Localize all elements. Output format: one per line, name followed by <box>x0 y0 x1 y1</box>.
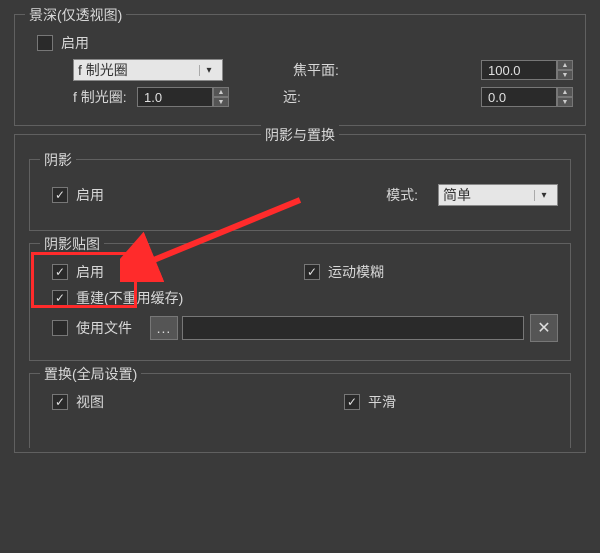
smooth-label: 平滑 <box>368 392 396 412</box>
displacement-title: 置换(全局设置) <box>40 364 141 384</box>
focal-plane-spinner[interactable]: 100.0 ▲ ▼ <box>481 60 573 80</box>
far-value[interactable]: 0.0 <box>481 87 557 107</box>
shadow-enable-label: 启用 <box>76 185 104 205</box>
spinner-up-icon[interactable]: ▲ <box>557 87 573 97</box>
dof-enable-label: 启用 <box>61 33 89 53</box>
spinner-down-icon[interactable]: ▼ <box>557 70 573 80</box>
close-icon: ✕ <box>537 318 550 338</box>
aperture-dropdown-label: f 制光圈 <box>78 60 199 80</box>
shadowmap-enable-checkbox[interactable] <box>52 264 68 280</box>
chevron-down-icon: ▾ <box>534 190 553 201</box>
focal-plane-label: 焦平面: <box>293 60 383 80</box>
smooth-checkbox[interactable] <box>344 394 360 410</box>
fstop-label: f 制光圈: <box>73 87 133 107</box>
usefile-checkbox[interactable] <box>52 320 68 336</box>
shadow-mode-dropdown[interactable]: 简单 ▾ <box>438 184 558 206</box>
shadow-group: 阴影 启用 模式: 简单 ▾ <box>29 159 571 231</box>
far-spinner[interactable]: 0.0 ▲ ▼ <box>481 87 573 107</box>
shadow-title: 阴影 <box>40 150 76 170</box>
focal-plane-value[interactable]: 100.0 <box>481 60 557 80</box>
shadowmap-title: 阴影贴图 <box>40 234 104 254</box>
shadow-mode-label: 模式: <box>386 185 418 205</box>
far-label: 远: <box>283 87 373 107</box>
fstop-value[interactable]: 1.0 <box>137 87 213 107</box>
shadow-enable-checkbox[interactable] <box>52 187 68 203</box>
usefile-label: 使用文件 <box>76 318 146 338</box>
displacement-group: 置换(全局设置) 视图 平滑 <box>29 373 571 448</box>
rebuild-checkbox[interactable] <box>52 290 68 306</box>
motion-blur-label: 运动模糊 <box>328 262 384 282</box>
spinner-up-icon[interactable]: ▲ <box>213 87 229 97</box>
filepath-input[interactable] <box>182 316 524 340</box>
spinner-down-icon[interactable]: ▼ <box>213 97 229 107</box>
aperture-dropdown[interactable]: f 制光圈 ▾ <box>73 59 223 81</box>
dof-enable-checkbox[interactable] <box>37 35 53 51</box>
browse-button[interactable]: ... <box>150 316 178 340</box>
shadowmap-enable-label: 启用 <box>76 262 104 282</box>
rebuild-label: 重建(不重用缓存) <box>76 288 183 308</box>
chevron-down-icon: ▾ <box>199 65 218 76</box>
spinner-up-icon[interactable]: ▲ <box>557 60 573 70</box>
view-checkbox[interactable] <box>52 394 68 410</box>
motion-blur-checkbox[interactable] <box>304 264 320 280</box>
shadowmap-group: 阴影贴图 启用 运动模糊 重建(不重用缓存) 使用文件 ... ✕ <box>29 243 571 361</box>
shadow-displacement-group: 阴影与置换 阴影 启用 模式: 简单 ▾ 阴影贴图 启用 <box>14 134 586 453</box>
spinner-down-icon[interactable]: ▼ <box>557 97 573 107</box>
shadow-section-header: 阴影与置换 <box>261 125 339 145</box>
clear-button[interactable]: ✕ <box>530 314 558 342</box>
fstop-spinner[interactable]: 1.0 ▲ ▼ <box>137 87 229 107</box>
dof-group: 景深(仅透视图) 启用 f 制光圈 ▾ 焦平面: 100.0 ▲ ▼ f 制光圈… <box>14 14 586 126</box>
view-label: 视图 <box>76 392 104 412</box>
shadow-mode-value: 简单 <box>443 185 534 205</box>
dof-title: 景深(仅透视图) <box>25 5 126 25</box>
